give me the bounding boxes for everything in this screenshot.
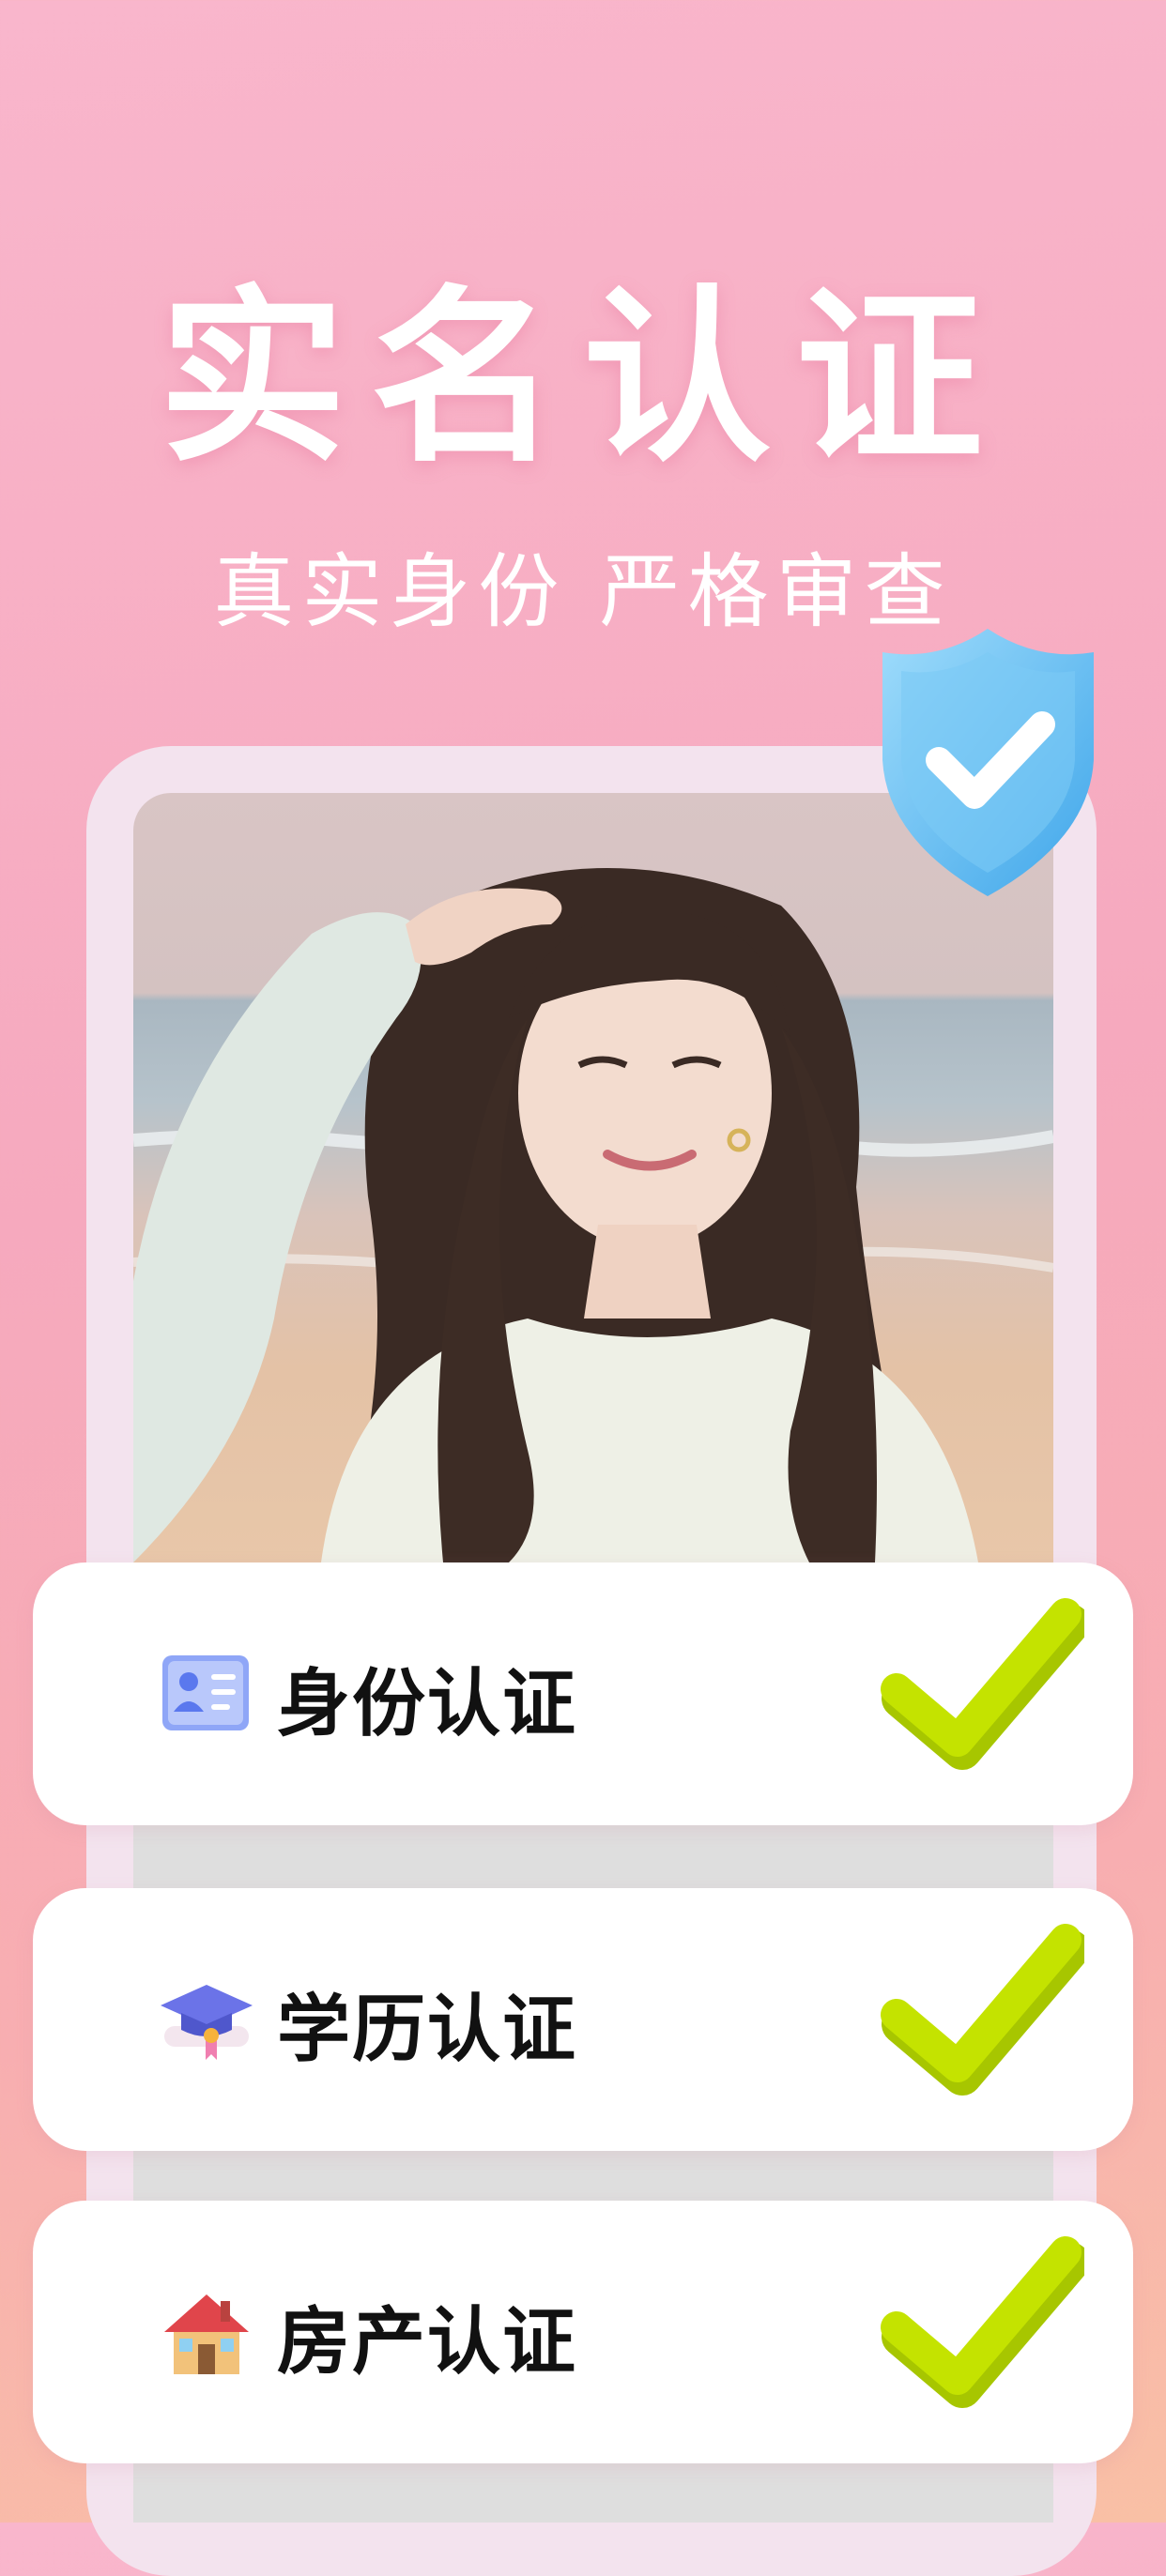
verification-label-education: 学历认证 [277, 1988, 578, 2072]
card-gap-3 [133, 2463, 1053, 2523]
verification-label-identity: 身份认证 [277, 1662, 578, 1746]
house-icon [164, 2294, 249, 2374]
verification-row-education[interactable]: 学历认证 [33, 1888, 1133, 2151]
profile-photo [133, 793, 1053, 1562]
green-check-icon [881, 1924, 1084, 2096]
verification-label-property: 房产认证 [277, 2300, 578, 2385]
page-title: 实名认证 [158, 269, 1007, 488]
id-card-icon [162, 1655, 249, 1730]
card-gap-1 [133, 1825, 1053, 1896]
green-check-icon [881, 1598, 1084, 1770]
graduation-cap-icon [161, 1985, 253, 2060]
shield-check-icon [882, 629, 1094, 896]
green-check-icon [881, 2236, 1084, 2408]
verification-row-identity[interactable]: 身份认证 [33, 1562, 1133, 1825]
verification-row-property[interactable]: 房产认证 [33, 2201, 1133, 2463]
